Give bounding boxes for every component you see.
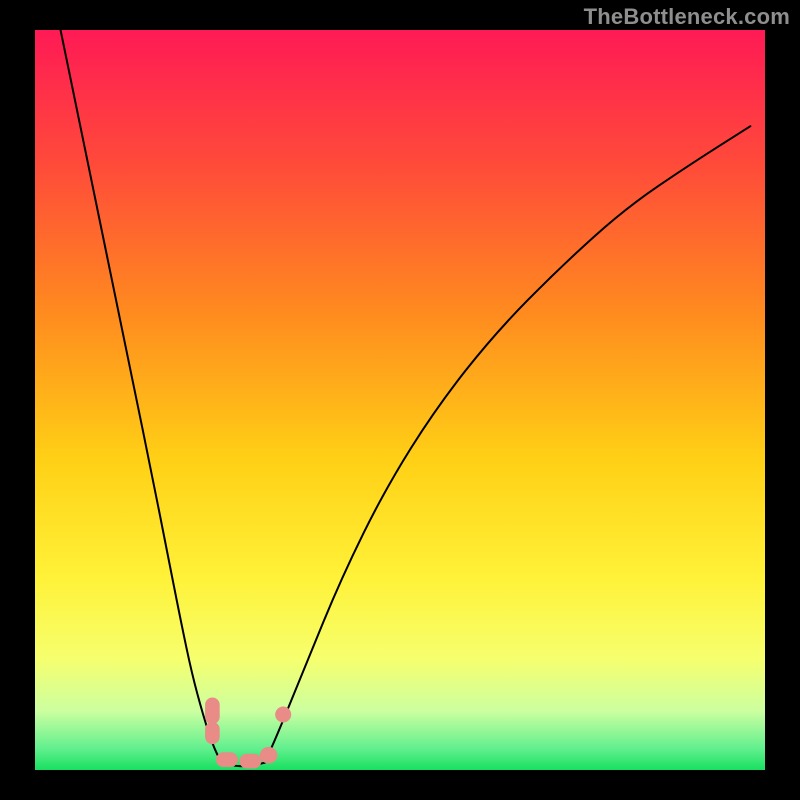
data-marker: [216, 752, 238, 767]
chart-stage: TheBottleneck.com: [0, 0, 800, 800]
data-marker: [205, 722, 220, 744]
bottleneck-chart: [0, 0, 800, 800]
data-marker: [260, 747, 278, 763]
plot-background: [35, 30, 765, 770]
data-marker: [205, 697, 220, 724]
data-marker: [275, 706, 291, 722]
data-marker: [239, 754, 261, 769]
